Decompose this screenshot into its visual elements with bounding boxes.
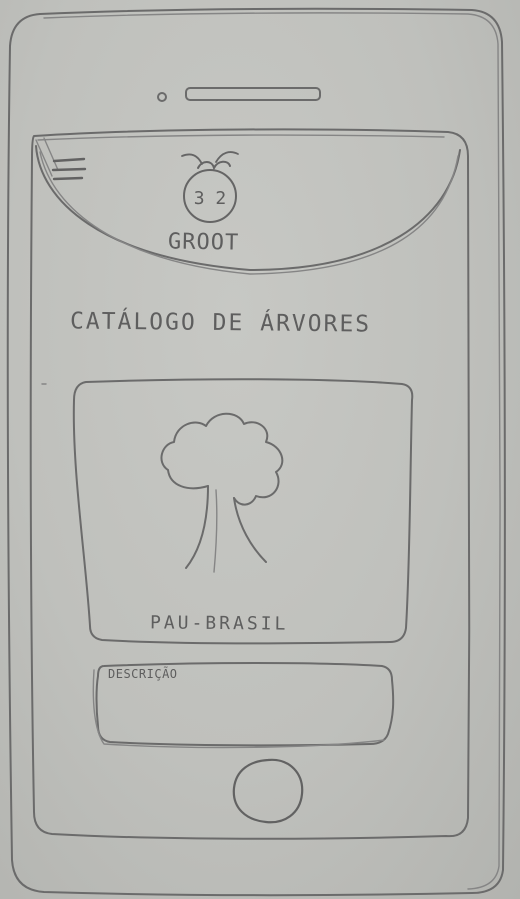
camera-dot — [157, 92, 167, 102]
tree-card[interactable] — [74, 380, 414, 644]
logo-glyph: 3 2 — [194, 188, 227, 209]
fruit-face-icon: 3 2 — [181, 151, 239, 223]
home-button[interactable] — [228, 756, 306, 826]
hamburger-menu-icon — [51, 157, 87, 181]
tree-name: PAU-BRASIL — [149, 612, 289, 635]
description-label: DESCRIÇÃO — [108, 667, 178, 681]
speaker-slot — [185, 87, 321, 101]
page-title: CATÁLOGO DE ÁRVORES — [69, 308, 372, 338]
logo-text: GROOT — [167, 229, 240, 256]
home-button-icon — [232, 758, 304, 824]
hamburger-menu-button[interactable] — [48, 152, 94, 188]
